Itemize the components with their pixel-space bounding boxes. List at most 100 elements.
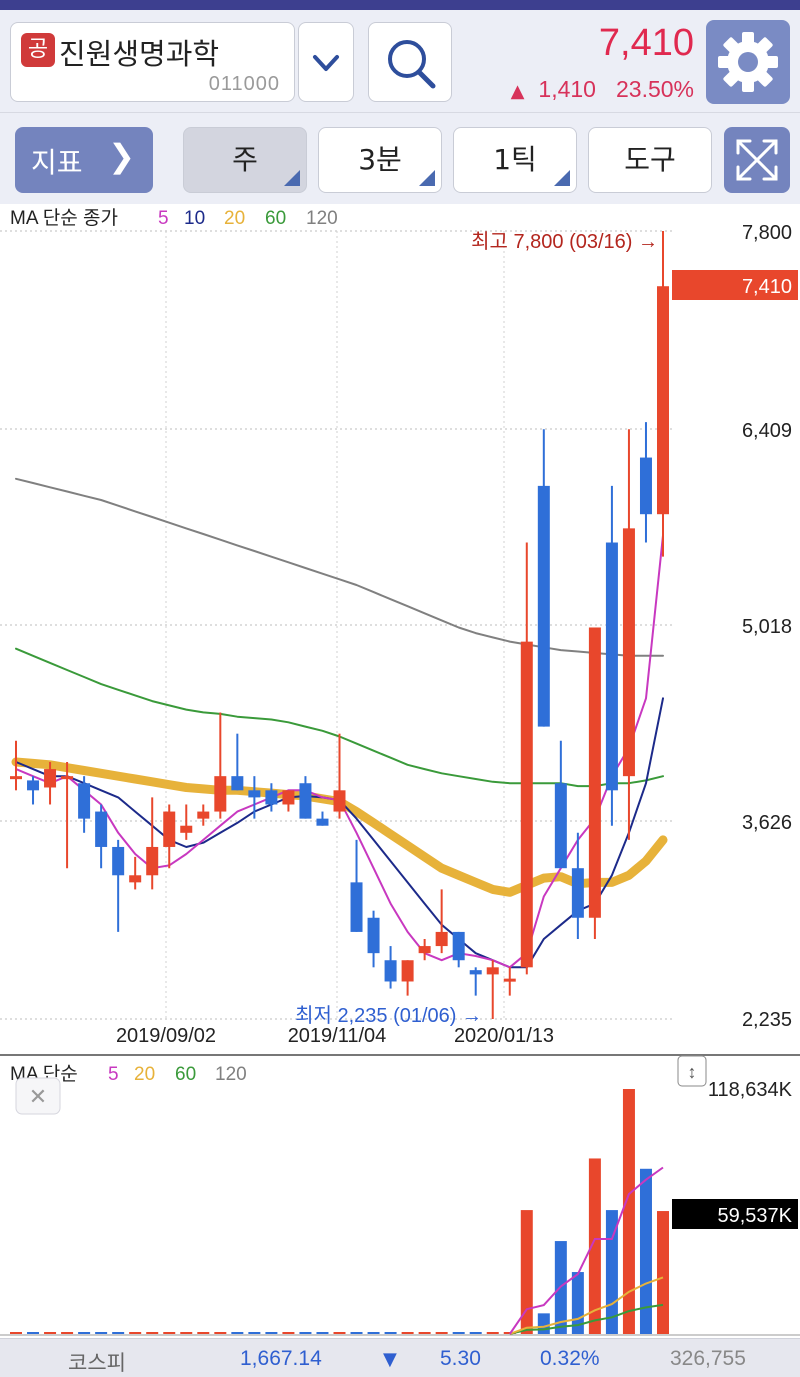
market-index-bar[interactable]: 코스피 1,667.14 ▼ 5.30 0.32% 326,755: [0, 1338, 800, 1377]
volume-bar: [401, 1332, 414, 1334]
candle-body: [486, 967, 499, 975]
y-tick-label: 7,800: [742, 222, 792, 244]
candle-body: [231, 776, 244, 791]
fullscreen-button[interactable]: [724, 127, 790, 193]
search-icon: [388, 40, 436, 89]
index-name: 코스피: [68, 1352, 126, 1375]
candle-body: [163, 811, 176, 847]
period-3min-button[interactable]: 3분: [318, 127, 442, 193]
price-ma-legend-10: 10: [184, 208, 205, 229]
volume-bar: [333, 1332, 346, 1334]
chevron-right-icon: ❯: [108, 137, 135, 175]
search-button[interactable]: [368, 22, 452, 102]
period-3min-label: 3분: [358, 143, 402, 176]
candle-body: [605, 542, 618, 791]
candle-body: [401, 960, 414, 982]
indicator-button[interactable]: 지표 ❯: [15, 127, 153, 193]
resize-icon: ↕: [688, 1062, 697, 1082]
stock-selector[interactable]: 공 진원생명과학 011000: [10, 22, 295, 102]
candle-body: [10, 776, 22, 780]
candle-body: [248, 790, 261, 798]
stock-code: 011000: [208, 73, 280, 95]
close-volume-panel-button[interactable]: ✕: [15, 1077, 61, 1115]
candle-body: [367, 917, 380, 954]
volume-bar: [452, 1332, 465, 1334]
price-grid: [0, 230, 672, 1020]
volume-ma-legend-5: 5: [108, 1064, 119, 1085]
x-tick-label: 2019/11/04: [288, 1025, 387, 1047]
period-1tick-button[interactable]: 1틱: [453, 127, 577, 193]
change-percent: 23.50%: [615, 76, 694, 102]
low-annotation: 최저 2,235 (01/06) →: [295, 1004, 482, 1027]
candle-body: [469, 970, 482, 975]
volume-bar: [486, 1332, 499, 1334]
volume-ma-legend-20: 20: [134, 1064, 155, 1085]
volume-ma-legend-60: 60: [175, 1064, 196, 1085]
volume-bar: [95, 1332, 108, 1334]
volume-bar: [657, 1211, 669, 1334]
stock-header: 공 진원생명과학 011000 7,410 ▲ 1,410 23.50%: [0, 10, 800, 112]
volume-bar: [10, 1332, 22, 1334]
change-value: 1,410: [538, 76, 596, 102]
candle-body: [537, 485, 550, 727]
volume-bar: [78, 1332, 91, 1334]
volume-bar: [282, 1332, 295, 1334]
candle-body: [639, 457, 652, 515]
volume-ma-legend-120: 120: [215, 1064, 247, 1085]
dropdown-corner-icon: [554, 170, 570, 186]
candle-body: [214, 776, 227, 812]
candle-body: [435, 931, 448, 947]
down-arrow-icon: ▼: [383, 1349, 397, 1370]
candle-body: [554, 783, 567, 869]
close-icon: ✕: [29, 1084, 47, 1109]
stock-name: 진원생명과학: [59, 37, 220, 71]
volume-max-label: 118,634K: [708, 1079, 793, 1101]
index-change: 5.30: [440, 1347, 481, 1370]
volume-bar: [163, 1332, 176, 1334]
resize-panel-handle[interactable]: ↕: [677, 1055, 707, 1087]
dropdown-corner-icon: [419, 170, 435, 186]
chart-canvas[interactable]: MA 단순 종가 5 10 20 60 120 7,800 6,409 5,01…: [0, 204, 800, 1340]
tools-button[interactable]: 도구: [588, 127, 712, 193]
candle-body: [588, 627, 601, 918]
x-tick-label: 2020/01/13: [454, 1025, 554, 1047]
candle-body: [265, 790, 278, 805]
y-tick-label: 5,018: [742, 616, 792, 638]
candle-body: [622, 528, 635, 777]
candle-body: [503, 978, 516, 982]
volume-bar: [316, 1332, 329, 1334]
candle-body: [657, 286, 669, 515]
chart-area[interactable]: MA 단순 종가 5 10 20 60 120 7,800 6,409 5,01…: [0, 204, 800, 1340]
volume-bar: [214, 1332, 227, 1334]
moving-average-lines: [11, 477, 668, 969]
period-week-button[interactable]: 주: [183, 127, 307, 193]
tools-label: 도구: [624, 143, 676, 176]
volume-bar: [350, 1332, 363, 1334]
candle-body: [384, 960, 397, 982]
volume-bar: [469, 1332, 482, 1334]
volume-bar: [197, 1332, 210, 1334]
price-ma-legend-60: 60: [265, 208, 286, 229]
period-1tick-label: 1틱: [493, 143, 537, 176]
candle-body: [61, 776, 74, 780]
indicator-label: 지표: [31, 146, 83, 179]
candle-body: [452, 931, 465, 961]
settings-button[interactable]: [706, 20, 790, 104]
volume-bar: [61, 1332, 74, 1334]
candle-body: [299, 783, 312, 819]
candle-body: [180, 825, 193, 833]
volume-bar: [180, 1332, 193, 1334]
candle-body: [112, 846, 125, 876]
candle-body: [95, 811, 108, 847]
stock-dropdown-button[interactable]: [298, 22, 354, 102]
candle-body: [520, 641, 533, 968]
volume-bar: [418, 1332, 431, 1334]
candle-body: [316, 818, 329, 826]
candle-body: [146, 846, 159, 876]
expand-icon: [736, 139, 778, 181]
up-arrow-icon: ▲: [510, 81, 525, 102]
candle-body: [27, 780, 40, 791]
chart-toolbar: 지표 ❯ 주 3분 1틱 도구: [0, 112, 800, 204]
y-tick-label: 2,235: [742, 1009, 792, 1031]
chevron-down-icon: [313, 55, 339, 71]
